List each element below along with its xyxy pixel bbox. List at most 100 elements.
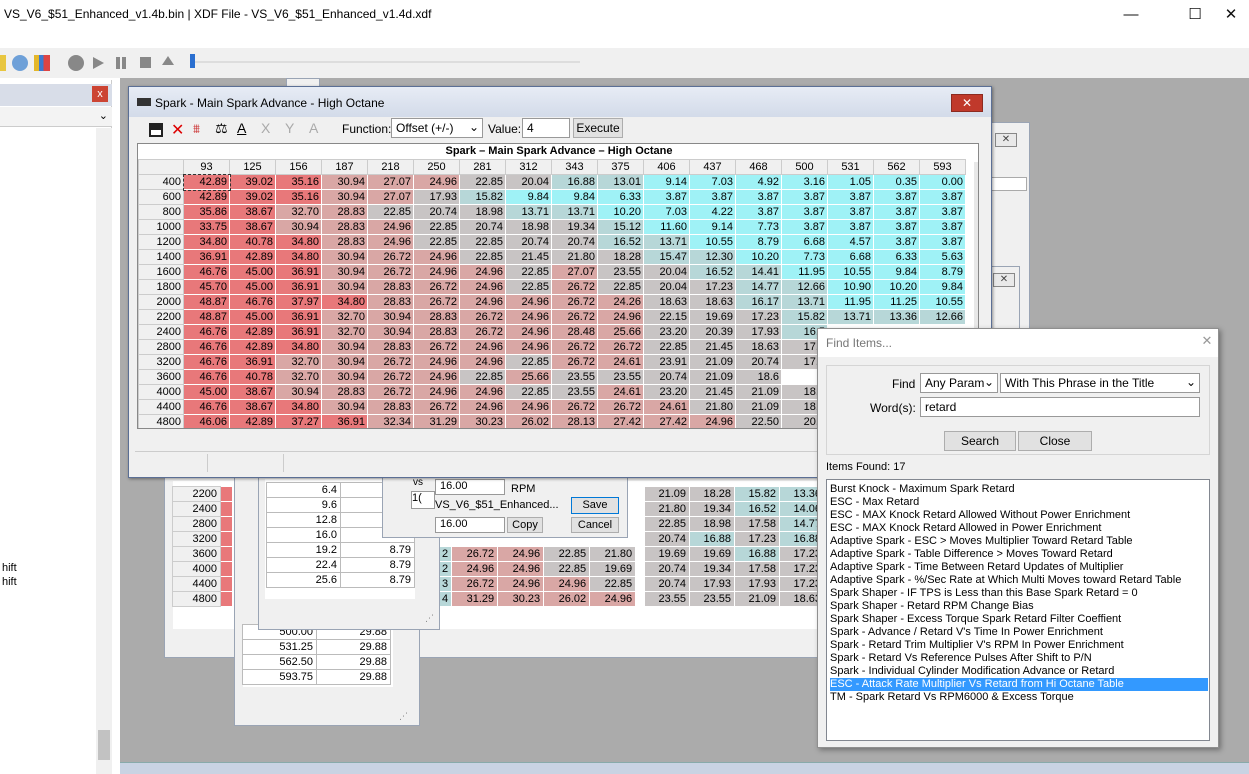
- table-cell[interactable]: 20.74: [644, 561, 690, 577]
- table-cell[interactable]: 28.83: [321, 234, 368, 250]
- table-cell[interactable]: 17.23: [689, 279, 736, 295]
- table-cell[interactable]: 3.87: [873, 204, 920, 220]
- table-cell[interactable]: 17.93: [413, 189, 460, 205]
- bg-window-close-icon[interactable]: ✕: [995, 133, 1017, 147]
- table-cell[interactable]: 45.00: [183, 384, 230, 400]
- table-cell[interactable]: 9.84: [551, 189, 598, 205]
- table-cell[interactable]: 3.87: [781, 204, 828, 220]
- table-cell[interactable]: 3: [437, 576, 453, 592]
- table-cell[interactable]: 22.50: [735, 414, 782, 428]
- table-cell[interactable]: 15.82: [734, 486, 780, 502]
- table-cell[interactable]: 30.94: [321, 399, 368, 415]
- table-cell[interactable]: 18.98: [459, 204, 506, 220]
- table-cell[interactable]: 27.07: [367, 174, 414, 190]
- table-cell[interactable]: 36.91: [183, 249, 230, 265]
- column-header[interactable]: 437: [689, 159, 736, 175]
- table-cell[interactable]: 9.14: [643, 174, 690, 190]
- table-cell[interactable]: 593.75: [242, 669, 317, 685]
- table-cell[interactable]: 26.72: [597, 399, 644, 415]
- table-cell[interactable]: 24.96: [367, 219, 414, 235]
- row-header[interactable]: 800: [138, 204, 184, 220]
- table-cell[interactable]: 32.70: [321, 309, 368, 325]
- table-cell[interactable]: 6.33: [597, 189, 644, 205]
- table-cell[interactable]: 26.72: [413, 339, 460, 355]
- graph-icon[interactable]: ⩩: [193, 121, 200, 143]
- table-cell[interactable]: 46.76: [183, 369, 230, 385]
- table-cell[interactable]: 21.09: [644, 486, 690, 502]
- table-cell[interactable]: 13.71: [827, 309, 874, 325]
- table-cell[interactable]: 26.72: [597, 339, 644, 355]
- table-cell[interactable]: 19.2: [266, 542, 341, 558]
- table-cell[interactable]: 17.23: [735, 309, 782, 325]
- table-cell[interactable]: [220, 516, 233, 532]
- table-cell[interactable]: 22.15: [643, 309, 690, 325]
- table-cell[interactable]: 22.85: [413, 219, 460, 235]
- table-cell[interactable]: 38.67: [229, 204, 276, 220]
- table-cell[interactable]: 3.87: [873, 189, 920, 205]
- table-cell[interactable]: 9.14: [689, 219, 736, 235]
- table-cell[interactable]: 17.93: [734, 576, 780, 592]
- table-cell[interactable]: 36.91: [275, 324, 322, 340]
- cancel-button[interactable]: Cancel: [571, 517, 619, 533]
- table-cell[interactable]: 22.85: [459, 234, 506, 250]
- table-cell[interactable]: 20.04: [643, 279, 690, 295]
- row-header[interactable]: 1400: [138, 249, 184, 265]
- table-cell[interactable]: 3.87: [827, 189, 874, 205]
- table-cell[interactable]: 3.87: [827, 204, 874, 220]
- table-cell[interactable]: 24.96: [459, 399, 506, 415]
- find-type-dropdown[interactable]: Any Parame ⌄: [920, 373, 998, 393]
- table-cell[interactable]: 8.79: [735, 234, 782, 250]
- table-cell[interactable]: 21.80: [689, 399, 736, 415]
- find-scope-dropdown[interactable]: With This Phrase in the Title ⌄: [1000, 373, 1200, 393]
- table-cell[interactable]: 12.66: [781, 279, 828, 295]
- table-cell[interactable]: 24.96: [505, 339, 552, 355]
- result-item[interactable]: Spark Shaper - IF TPS is Less than this …: [830, 587, 1142, 600]
- left-item-2[interactable]: hift: [2, 576, 17, 588]
- close-find-button[interactable]: Close: [1018, 431, 1092, 451]
- table-cell[interactable]: 21.80: [644, 501, 690, 517]
- table-cell[interactable]: 42.89: [229, 324, 276, 340]
- table-cell[interactable]: 45.00: [229, 264, 276, 280]
- table-cell[interactable]: 3.87: [919, 204, 966, 220]
- row-header[interactable]: 4000: [138, 384, 184, 400]
- table-cell[interactable]: 45.70: [183, 279, 230, 295]
- row-header[interactable]: 400: [138, 174, 184, 190]
- table-cell[interactable]: 24.96: [597, 309, 644, 325]
- table-cell[interactable]: 30.23: [459, 414, 506, 428]
- table-cell[interactable]: 11.60: [643, 219, 690, 235]
- table-cell[interactable]: 3.87: [781, 219, 828, 235]
- table-cell[interactable]: 20.74: [551, 234, 598, 250]
- table-cell[interactable]: 22.85: [459, 369, 506, 385]
- table-cell[interactable]: 23.20: [643, 384, 690, 400]
- table-cell[interactable]: 30.94: [321, 279, 368, 295]
- table-cell[interactable]: 25.6: [266, 572, 341, 588]
- table-cell[interactable]: 18.28: [597, 249, 644, 265]
- spark-window-titlebar[interactable]: Spark - Main Spark Advance - High Octane…: [129, 87, 991, 117]
- table-cell[interactable]: 46.76: [183, 264, 230, 280]
- table-cell[interactable]: 35.86: [183, 204, 230, 220]
- result-item[interactable]: Adaptive Spark - %/Sec Rate at Which Mul…: [830, 574, 1185, 587]
- table-cell[interactable]: 28.13: [551, 414, 598, 428]
- table-cell[interactable]: 24.96: [589, 591, 637, 607]
- table-cell[interactable]: 24.96: [505, 309, 552, 325]
- table-cell[interactable]: 10.20: [735, 249, 782, 265]
- save-icon[interactable]: [149, 123, 163, 137]
- folder-icon[interactable]: [0, 55, 6, 71]
- table-cell[interactable]: 22.85: [543, 546, 591, 562]
- table-cell[interactable]: 562.50: [242, 654, 317, 670]
- table-cell[interactable]: 36.91: [229, 354, 276, 370]
- table-cell[interactable]: 29.88: [316, 669, 391, 685]
- minimize-button[interactable]: —: [1108, 0, 1154, 30]
- save-button[interactable]: Save: [571, 497, 619, 514]
- table-cell[interactable]: 45.00: [229, 279, 276, 295]
- table-cell[interactable]: 17.23: [734, 531, 780, 547]
- table-cell[interactable]: 28.83: [367, 399, 414, 415]
- column-header[interactable]: 93: [183, 159, 230, 175]
- table-cell[interactable]: 10.55: [827, 264, 874, 280]
- table-cell[interactable]: 19.69: [589, 561, 637, 577]
- table-cell[interactable]: 0.00: [919, 174, 966, 190]
- table-cell[interactable]: 12.66: [919, 309, 966, 325]
- table-cell[interactable]: 19.34: [551, 219, 598, 235]
- table-cell[interactable]: 6.68: [781, 234, 828, 250]
- table-cell[interactable]: 30.94: [321, 354, 368, 370]
